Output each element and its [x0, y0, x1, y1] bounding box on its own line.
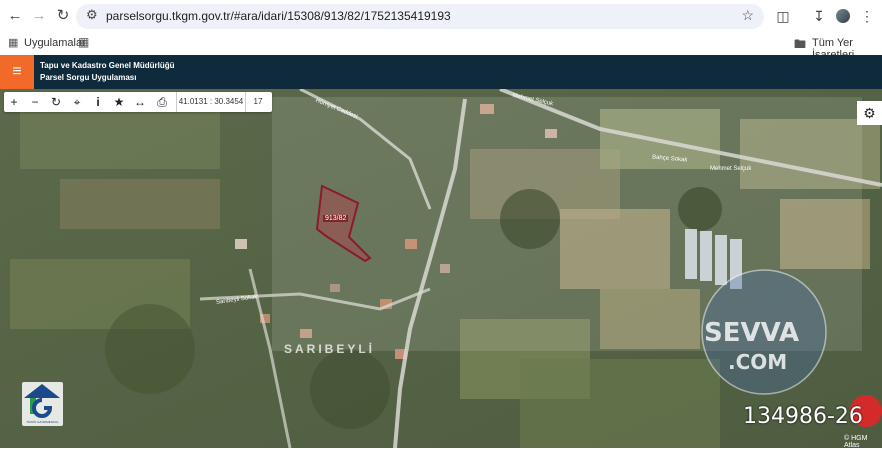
grid-icon[interactable]: ▦	[78, 35, 89, 49]
url-text[interactable]: parselsorgu.tkgm.gov.tr/#ara/idari/15308…	[106, 9, 451, 23]
star-icon[interactable]: ☆	[741, 7, 754, 24]
logo-caption: TÜZÜN GAYRİMENKUL	[26, 420, 59, 424]
app-subtitle: Parsel Sorgu Uygulaması	[40, 73, 137, 82]
parcel-label[interactable]: 913/82	[323, 215, 349, 222]
avatar[interactable]	[836, 9, 850, 23]
info-icon[interactable]: i	[88, 92, 108, 112]
coordinate-readout: 41.0131 : 30.3454	[176, 92, 246, 112]
apps-icon[interactable]: ▦	[8, 36, 18, 49]
village-label: SARIBEYLİ	[284, 342, 376, 356]
apps-bookmark[interactable]: Uygulamalar	[24, 37, 86, 49]
menu-icon[interactable]: ⋮	[856, 5, 878, 27]
print-icon[interactable]: ⎙	[152, 92, 172, 112]
reload-icon[interactable]: ↻	[52, 5, 74, 27]
forward-icon[interactable]: →	[28, 5, 50, 27]
hamburger-icon[interactable]: ≡	[0, 55, 34, 89]
logo-mark	[24, 384, 60, 418]
download-icon[interactable]: ↧	[808, 5, 830, 27]
zoom-out-icon[interactable]: −	[25, 92, 45, 112]
map-imagery	[0, 89, 882, 448]
watermark-text-2: .COM	[728, 350, 788, 374]
locate-icon[interactable]: ⌖	[67, 92, 87, 112]
settings-icon[interactable]: ⚙	[857, 101, 882, 125]
folder-icon: 🖿	[794, 37, 807, 51]
extensions-icon[interactable]: ◫	[772, 5, 794, 27]
zoom-level: 17	[253, 97, 263, 106]
map-attribution: © HGM Atlas	[844, 435, 868, 449]
satellite-map[interactable]	[0, 89, 882, 448]
address-bar[interactable]: ⚙ parselsorgu.tkgm.gov.tr/#ara/idari/153…	[76, 4, 764, 29]
bookmarks-bar: ▦ Uygulamalar ▦ 🖿 Tüm Yer İşaretleri	[0, 32, 882, 61]
road-label: Mehmet Selçuk	[710, 166, 752, 172]
zoom-in-icon[interactable]: +	[4, 92, 24, 112]
map-toolbar: + − ↻ ⌖ i ★ ↔ ⎙ 41.0131 : 30.3454 17	[4, 92, 272, 112]
browser-chrome: ← → ↻ ⚙ parselsorgu.tkgm.gov.tr/#ara/ida…	[0, 0, 882, 61]
watermark-text: SEVVA	[704, 318, 800, 348]
favorite-icon[interactable]: ★	[109, 92, 129, 112]
app-title: Tapu ve Kadastro Genel Müdürlüğü	[40, 61, 175, 70]
tune-icon[interactable]: ⚙	[86, 7, 98, 23]
refresh-icon[interactable]: ↻	[46, 92, 66, 112]
measure-icon[interactable]: ↔	[130, 92, 150, 112]
back-icon[interactable]: ←	[4, 5, 26, 27]
listing-number: 134986-26	[743, 404, 863, 429]
